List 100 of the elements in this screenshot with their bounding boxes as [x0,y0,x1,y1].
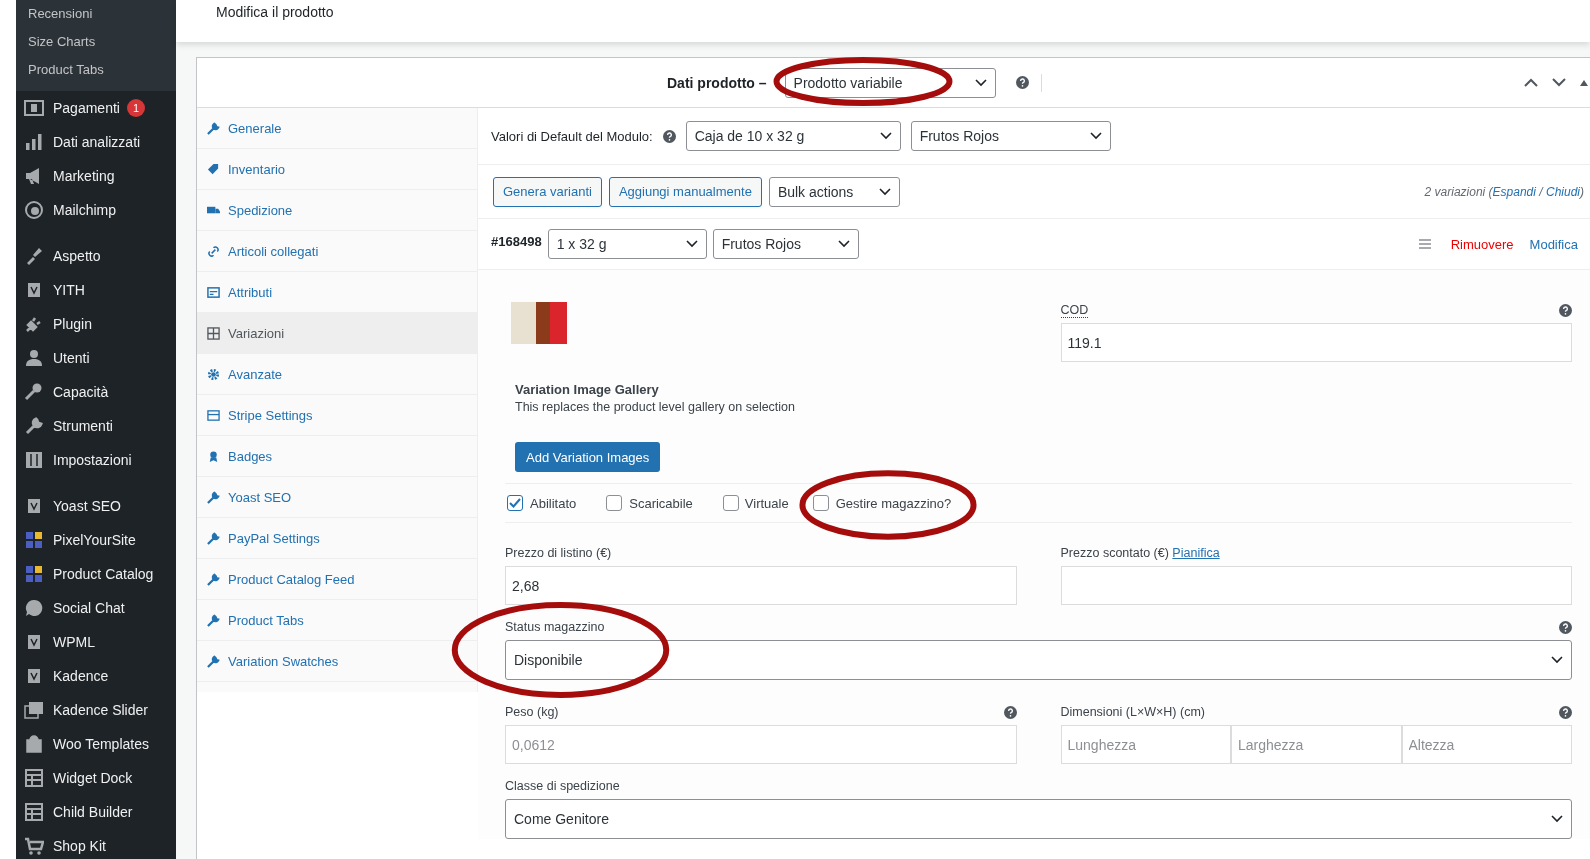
sale-price-field[interactable] [1060,566,1572,605]
submenu-item[interactable]: Recensioni [16,0,176,28]
menu-item[interactable]: Mailchimp [16,193,176,227]
schedule-link[interactable]: Pianifica [1172,546,1220,560]
cart-icon [24,836,44,856]
menu-label: Strumenti [53,418,113,434]
shipping-class-select[interactable]: Come Genitore [505,799,1572,839]
field-label: COD [1060,302,1089,318]
submenu-item[interactable]: Size Charts [16,28,176,56]
menu-item[interactable]: Woo Templates [16,727,176,761]
product-data-tab[interactable]: Stripe Settings [197,395,477,436]
notification-badge: 1 [126,99,145,117]
menu-item[interactable]: Pagamenti 1 [16,91,176,125]
stock-status-select[interactable]: Disponibile [505,640,1572,680]
menu-item[interactable]: Utenti [16,341,176,375]
menu-item[interactable]: Impostazioni [16,443,176,477]
menu-label: Social Chat [53,600,125,616]
images-icon [24,700,44,720]
menu-label: Capacità [53,384,109,400]
menu-label: WPML [53,634,95,650]
add-images-button[interactable]: Add Variation Images [515,442,661,472]
menu-item[interactable]: Plugin [16,307,176,341]
product-data-tab[interactable]: Product Catalog Feed [197,559,477,600]
attribute-select[interactable]: 1 x 32 g [547,229,707,259]
product-data-tab[interactable]: Yoast SEO [197,477,477,518]
page-title: Modifica il prodotto [216,4,334,21]
product-data-tab[interactable]: PayPal Settings [197,518,477,559]
menu-item[interactable]: Kadence Slider [16,693,176,727]
menu-label: Widget Dock [53,770,133,786]
dimension-field[interactable]: Larghezza [1231,725,1402,764]
drag-handle-icon[interactable] [1418,239,1431,249]
variation-id: #168498 [491,233,542,249]
product-photo-placeholder[interactable] [511,302,567,344]
product-data-tab[interactable]: Spedizione [197,190,477,231]
dimension-field[interactable]: Altezza [1401,725,1572,764]
menu-item[interactable]: Child Builder [16,795,176,829]
help-icon[interactable] [1559,620,1572,634]
menu-label: Child Builder [53,804,133,820]
checkbox[interactable] [722,495,739,511]
checkbox[interactable] [507,495,523,511]
menu-item[interactable]: Strumenti [16,409,176,443]
collapse-triangle-icon[interactable] [1580,79,1588,86]
default-value-select[interactable]: Caja de 10 x 32 g [685,121,901,151]
menu-label: Plugin [53,316,92,332]
weight-field[interactable]: 0,0612 [505,725,1017,764]
menu-item[interactable]: Capacità [16,375,176,409]
menu-label: Kadence [53,668,109,684]
menu-label: YITH [53,282,85,298]
product-type-select[interactable]: Prodotto variabile [784,67,996,98]
menu-item[interactable]: PixelYourSite [16,523,176,557]
remove-link[interactable]: Rimuovere [1450,236,1514,252]
menu-item[interactable]: Dati analizzati [16,125,176,159]
menu-item[interactable]: Marketing [16,159,176,193]
edit-link[interactable]: Modifica [1529,236,1578,252]
default-value-select[interactable]: Frutos Rojos [910,121,1111,151]
menu-item[interactable]: Product Catalog [16,557,176,591]
product-data-tab[interactable]: Avanzate [197,354,477,395]
field-label: Classe di spedizione [505,779,620,793]
product-data-tab[interactable]: Variazioni [197,313,477,354]
action-button[interactable]: Genera varianti [493,176,602,207]
help-icon[interactable] [1559,705,1572,719]
help-icon[interactable] [662,129,676,143]
help-icon[interactable] [1015,76,1029,89]
wrench-icon [207,490,220,504]
menu-label: Mailchimp [53,202,116,218]
menu-label: PixelYourSite [53,532,136,548]
submenu-item[interactable]: Product Tabs [16,56,176,84]
product-data-tab[interactable]: Product Tabs [197,600,477,641]
attribute-select[interactable]: Frutos Rojos [712,229,859,259]
help-icon[interactable] [1003,705,1017,719]
product-data-tab[interactable]: Articoli collegati [197,231,477,272]
badge-icon [207,449,220,463]
menu-item[interactable]: WPML [16,625,176,659]
checkbox-label: Abilitato [530,495,577,511]
wrench-icon [207,531,220,545]
menu-item[interactable]: Social Chat [16,591,176,625]
product-data-tab[interactable]: Badges [197,436,477,477]
tag-icon [207,162,220,176]
menu-item[interactable]: Yoast SEO [16,489,176,523]
dimension-field[interactable]: Lunghezza [1060,725,1231,764]
product-data-tab[interactable]: Inventario [197,149,477,190]
menu-item[interactable]: YITH [16,273,176,307]
menu-item[interactable]: Aspetto [16,239,176,273]
checkbox[interactable] [812,495,829,511]
help-icon[interactable] [1559,303,1572,317]
product-data-tab[interactable]: Generale [197,108,477,149]
regular-price-field[interactable]: 2,68 [505,566,1017,605]
menu-item[interactable]: Kadence [16,659,176,693]
chevron-down-icon[interactable] [1552,78,1566,87]
sku-field[interactable]: 119.1 [1060,323,1572,362]
expand-link[interactable]: Espandi [1492,184,1536,199]
product-data-tab[interactable]: Variation Swatches [197,641,477,682]
menu-item[interactable]: Shop Kit [16,829,176,859]
bulk-actions-select[interactable]: Bulk actions [768,176,900,207]
checkbox[interactable] [606,495,623,511]
menu-label: Woo Templates [53,736,149,752]
menu-item[interactable]: Widget Dock [16,761,176,795]
action-button[interactable]: Aggiungi manualmente [608,176,762,207]
chevron-up-icon[interactable] [1524,78,1538,87]
collapse-link[interactable]: Chiudi [1545,184,1580,199]
